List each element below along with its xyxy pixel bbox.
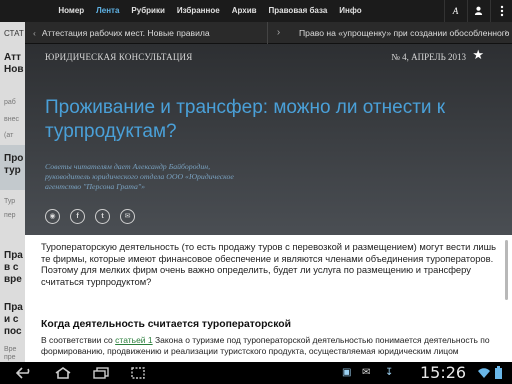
inbox-icon: ✉ <box>362 367 371 378</box>
law-article-link[interactable]: статьей 1 <box>115 335 152 345</box>
top-navigation-bar: Номер Лента Рубрики Избранное Архив Прав… <box>0 0 512 22</box>
back-icon[interactable] <box>12 362 38 384</box>
favorite-star-icon[interactable]: ★ <box>472 47 484 63</box>
article-list-panel: СТАТ Атт Нов раб внес (ат Про тур Тур пе… <box>0 22 25 362</box>
list-item-title[interactable]: Пра <box>4 302 23 313</box>
wifi-icon <box>478 362 490 384</box>
article-body: Туроператорскую деятельность (то есть пр… <box>25 235 512 362</box>
list-item-snippet: внес <box>4 116 19 123</box>
list-header: СТАТ <box>4 29 24 38</box>
list-item-title[interactable]: Про <box>4 153 23 164</box>
list-item-snippet: раб <box>4 99 16 106</box>
list-item-title[interactable]: Пра <box>4 250 23 261</box>
camera-icon: ▣ <box>342 367 352 378</box>
list-item-title[interactable]: Нов <box>4 64 23 75</box>
section-heading: Когда деятельность считается туроператор… <box>41 319 292 330</box>
recent-apps-icon[interactable] <box>88 362 114 384</box>
system-navigation-bar: ▣ ✉ ↧ 15:26 <box>0 362 512 384</box>
article-header: ЮРИДИЧЕСКАЯ КОНСУЛЬТАЦИЯ № 4, АПРЕЛЬ 201… <box>25 44 512 235</box>
chevron-right-icon[interactable]: › <box>505 22 508 44</box>
share-buttons: ◉ f t ✉ <box>45 209 135 224</box>
nav-item-issue[interactable]: Номер <box>52 0 90 22</box>
nav-item-favorites[interactable]: Избранное <box>171 0 226 22</box>
facebook-icon[interactable]: f <box>70 209 85 224</box>
article-navigation-bar: ‹ Аттестация рабочих мест. Новые правила … <box>25 22 512 44</box>
list-item-title[interactable]: и с <box>4 314 19 325</box>
article-paragraph: В соответствии со статьей 1 Закона о тур… <box>41 335 501 357</box>
next-article-link[interactable]: Право на «упрощенку» при создании обособ… <box>289 22 512 44</box>
nav-item-archive[interactable]: Архив <box>226 0 263 22</box>
list-item-snippet: пер <box>4 212 16 219</box>
font-size-button[interactable]: A <box>444 0 466 22</box>
chevron-left-icon: ‹ <box>33 28 36 38</box>
list-item-title[interactable]: вре <box>4 274 22 285</box>
user-icon[interactable] <box>467 0 489 22</box>
author-credit: Советы читателям дает Александр Байбород… <box>45 162 234 191</box>
email-icon[interactable]: ✉ <box>120 209 135 224</box>
list-item-snippet: (ат <box>4 132 14 139</box>
home-icon[interactable] <box>50 362 76 384</box>
article-category: ЮРИДИЧЕСКАЯ КОНСУЛЬТАЦИЯ <box>45 52 193 62</box>
system-clock: 15:26 <box>420 363 467 382</box>
previous-article-title: Аттестация рабочих мест. Новые правила <box>41 28 210 38</box>
nav-item-info[interactable]: Инфо <box>333 0 367 22</box>
next-article-title: Право на «упрощенку» при создании обособ… <box>299 28 510 38</box>
list-item-title[interactable]: пос <box>4 326 22 337</box>
twitter-icon[interactable]: t <box>95 209 110 224</box>
list-item-snippet: Тур <box>4 198 16 205</box>
nav-item-legal-base[interactable]: Правовая база <box>263 0 334 22</box>
scrollbar[interactable] <box>505 240 508 300</box>
nav-item-feed[interactable]: Лента <box>90 0 125 22</box>
battery-icon <box>495 362 502 384</box>
screenshot-icon[interactable] <box>125 362 151 384</box>
article-lead: Туроператорскую деятельность (то есть пр… <box>41 241 497 287</box>
paragraph-text: В соответствии со <box>41 335 116 345</box>
previous-article-link[interactable]: ‹ Аттестация рабочих мест. Новые правила <box>25 22 267 44</box>
chevron-right-icon[interactable]: › <box>267 22 289 44</box>
nav-item-rubrics[interactable]: Рубрики <box>125 0 170 22</box>
issue-label: № 4, АПРЕЛЬ 2013 <box>391 52 466 62</box>
menu-icon[interactable] <box>490 0 512 22</box>
article-title: Проживание и трансфер: можно ли отнести … <box>45 97 446 142</box>
list-item-title[interactable]: тур <box>4 165 21 176</box>
download-icon: ↧ <box>385 367 394 378</box>
nav-menu: Номер Лента Рубрики Избранное Архив Прав… <box>0 0 420 22</box>
list-item-title[interactable]: в с <box>4 262 19 273</box>
list-item-snippet: пре <box>4 354 16 361</box>
list-item-title[interactable]: Атт <box>4 52 21 63</box>
social-icon[interactable]: ◉ <box>45 209 60 224</box>
